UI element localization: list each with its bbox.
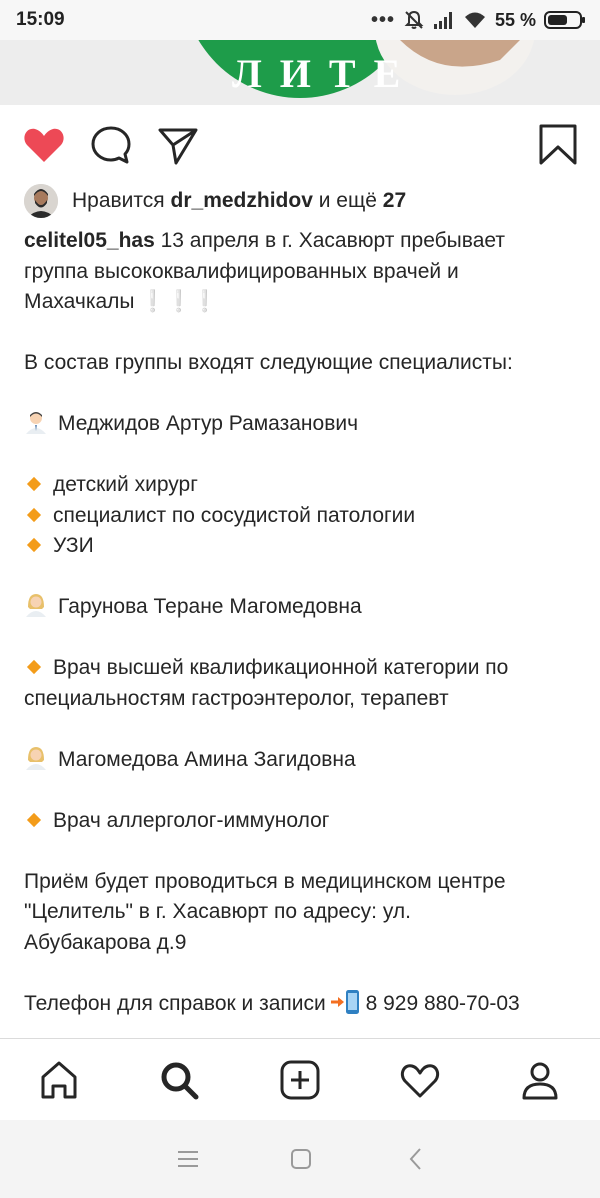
home-square-icon[interactable] [288, 1146, 314, 1172]
orange-diamond-icon [26, 507, 42, 523]
doctor3-name: Магомедова Амина Загидовна [58, 747, 356, 771]
avatar[interactable] [24, 184, 58, 218]
doctor-woman-emoji-icon [26, 594, 46, 617]
more-dots-icon: ••• [370, 9, 395, 31]
bottom-nav [0, 1038, 600, 1120]
likes-prefix: Нравится [72, 189, 165, 212]
add-post-icon[interactable] [279, 1059, 321, 1101]
doctor2-spec-line1: Врач высшей квалификационной категории п… [53, 656, 509, 679]
likes-count[interactable]: 27 [383, 189, 406, 212]
phone-number[interactable]: 8 929 880-70-03 [366, 992, 520, 1015]
activity-heart-icon[interactable] [399, 1059, 441, 1101]
doctor-man-emoji-icon [26, 412, 46, 434]
phone-arrow-icon [330, 989, 359, 1014]
battery-percent: 55 % [494, 9, 536, 30]
doctor1-name: Меджидов Артур Рамазанович [58, 412, 359, 435]
doctor1-spec-2: специалист по сосудистой патологии [53, 503, 416, 527]
home-icon[interactable] [38, 1059, 80, 1101]
caption-line1: 13 апреля в г. Хасавюрт пребывает [154, 229, 505, 252]
exclamation-emoji: ❕❕❕ [139, 290, 218, 313]
doctor2-name: Гарунова Теране Магомедовна [58, 595, 362, 618]
reception-line1: Приём будет проводиться в медицинском це… [24, 869, 506, 893]
post-action-bar [0, 105, 600, 183]
battery-icon [544, 11, 585, 29]
bookmark-icon[interactable] [536, 123, 580, 167]
signal-icon [433, 12, 452, 29]
menu-icon[interactable] [175, 1146, 201, 1172]
composition-text: В состав группы входят следующие специал… [24, 351, 513, 374]
likes-row[interactable]: Нравится dr_medzhidov и ещё 27 [24, 184, 406, 218]
comment-icon[interactable] [89, 123, 133, 167]
android-nav-bar [0, 1120, 600, 1198]
status-bar: 15:09 ••• 55 % [0, 0, 600, 40]
post-image-letters: ЛИТЕ [232, 51, 419, 96]
post-caption: celitel05_has 13 апреля в г. Хасавюрт пр… [24, 226, 584, 1019]
orange-diamond-icon [26, 812, 42, 828]
orange-diamond-icon [26, 660, 42, 675]
orange-diamond-icon [26, 477, 42, 492]
reception-line2: "Целитель" в г. Хасавюрт по адресу: ул. [24, 900, 411, 923]
share-icon[interactable] [156, 123, 200, 167]
likes-text: Нравится dr_medzhidov и ещё 27 [72, 189, 406, 213]
reception-line3: Абубакарова д.9 [24, 930, 187, 954]
post-image[interactable]: ЛИТЕ [0, 40, 600, 105]
doctor-woman-emoji-icon [26, 746, 46, 770]
orange-diamond-icon [26, 538, 42, 553]
wifi-icon [464, 12, 485, 28]
caption-line2: группа высококвалифицированных врачей и [24, 259, 459, 283]
back-icon[interactable] [403, 1146, 429, 1172]
doctor1-spec-1: детский хирург [53, 473, 198, 496]
likes-mid: и ещё [318, 189, 377, 212]
caption-line3: Махачкалы [24, 290, 135, 313]
doctor3-spec: Врач аллерголог-иммунолог [53, 808, 330, 832]
liked-by-username[interactable]: dr_medzhidov [171, 189, 313, 212]
heart-filled-icon[interactable] [22, 123, 66, 167]
muted-bell-icon [404, 10, 424, 29]
phone-label: Телефон для справок и записи [24, 991, 326, 1015]
caption-username[interactable]: celitel05_has [24, 229, 155, 252]
doctor2-spec-line2: специальностям гастроэнтеролог, терапевт [24, 686, 449, 710]
doctor1-spec-3: УЗИ [53, 534, 94, 557]
status-time: 15:09 [16, 9, 65, 30]
status-icons: ••• 55 % [371, 8, 586, 32]
profile-icon[interactable] [519, 1059, 561, 1101]
search-icon[interactable] [158, 1059, 200, 1101]
